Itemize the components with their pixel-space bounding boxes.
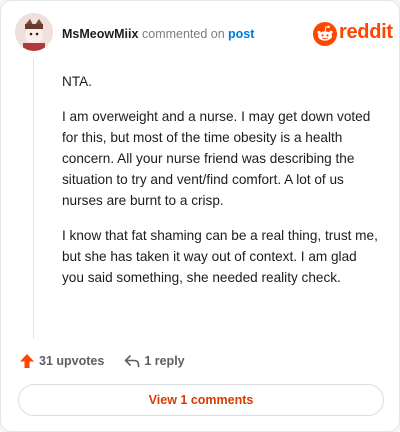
comment-card: MsMeowMiix commented on post reddit NTA.… <box>0 0 400 432</box>
commented-on-text: commented on <box>142 27 225 41</box>
thread-line <box>33 59 34 339</box>
reddit-wordmark: reddit <box>339 21 393 43</box>
reddit-logo[interactable]: reddit <box>313 21 393 47</box>
reddit-alien-icon <box>313 22 337 46</box>
avatar[interactable] <box>15 13 53 51</box>
comment-body: NTA. I am overweight and a nurse. I may … <box>62 71 380 302</box>
comment-actions: 31 upvotes 1 reply <box>19 351 185 371</box>
reply-icon[interactable] <box>124 354 140 368</box>
avatar-image <box>15 13 53 51</box>
post-link[interactable]: post <box>228 27 254 41</box>
upvote-icon[interactable] <box>19 353 35 369</box>
comment-paragraph: I am overweight and a nurse. I may get d… <box>62 109 371 208</box>
reply-count[interactable]: 1 reply <box>144 354 184 368</box>
comment-paragraph: I know that fat shaming can be a real th… <box>62 228 378 285</box>
view-comments-button[interactable]: View 1 comments <box>18 384 384 416</box>
comment-paragraph: NTA. <box>62 74 92 89</box>
username[interactable]: MsMeowMiix <box>62 27 138 41</box>
upvote-count[interactable]: 31 upvotes <box>39 354 104 368</box>
